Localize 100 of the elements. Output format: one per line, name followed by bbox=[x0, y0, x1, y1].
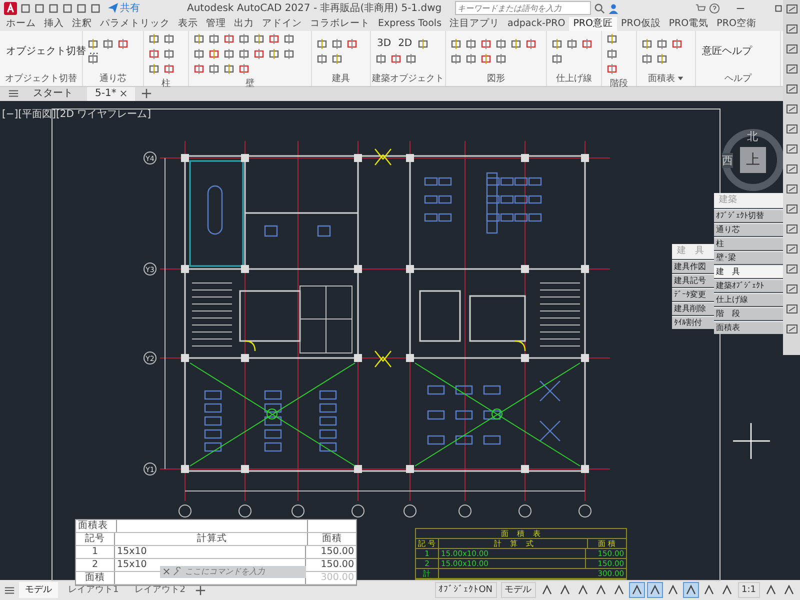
toolbar-tool-icon[interactable] bbox=[786, 3, 798, 15]
ribbon-tool-icon[interactable] bbox=[193, 48, 205, 60]
ribbon-tool-icon[interactable] bbox=[117, 38, 129, 50]
palette-item[interactable]: 面積表 bbox=[714, 320, 784, 334]
quick-access-icon[interactable] bbox=[48, 2, 59, 14]
ribbon-tool-icon[interactable] bbox=[641, 52, 653, 65]
toolbar-tool-icon[interactable] bbox=[786, 43, 798, 55]
status-toggle-icon[interactable] bbox=[684, 583, 698, 598]
ribbon-tool-icon[interactable] bbox=[551, 38, 563, 50]
status-toggle-icon[interactable] bbox=[648, 583, 662, 598]
palette-item[interactable]: 建具削除 bbox=[672, 302, 714, 315]
ribbon-tool-icon[interactable] bbox=[525, 38, 537, 50]
ribbon-tool-icon[interactable] bbox=[87, 52, 99, 65]
ribbon-tool-icon[interactable] bbox=[163, 62, 175, 75]
ribbon-tool-icon[interactable] bbox=[331, 52, 343, 65]
ribbon-button[interactable]: 意匠ヘルプ bbox=[700, 44, 754, 58]
user-icon[interactable] bbox=[608, 2, 619, 14]
palette-item[interactable]: 仕上げ線 bbox=[714, 292, 784, 306]
palette-item[interactable]: 建築ｵﾌﾞｼﾞｪｸﾄ bbox=[714, 278, 784, 292]
toolbar-tool-icon[interactable] bbox=[786, 183, 798, 195]
palette-item[interactable]: ﾃﾞｰﾀ変更 bbox=[672, 288, 714, 301]
ribbon-tool-icon[interactable] bbox=[480, 52, 492, 65]
toolbar-tool-icon[interactable] bbox=[786, 203, 798, 215]
ribbon-tool-icon[interactable] bbox=[495, 52, 507, 65]
ribbon-button[interactable]: オブジェクト切替 ... bbox=[4, 44, 101, 58]
toolbar-tool-icon[interactable] bbox=[786, 83, 798, 95]
ribbon-tool-icon[interactable] bbox=[316, 52, 328, 65]
search-icon[interactable] bbox=[594, 2, 605, 14]
status-button[interactable]: モデル bbox=[500, 582, 536, 598]
toolbar-tool-icon[interactable] bbox=[786, 163, 798, 175]
ribbon-tool-icon[interactable] bbox=[268, 32, 280, 45]
ribbon-tool-icon[interactable] bbox=[606, 32, 618, 45]
ribbon-tool-icon[interactable] bbox=[656, 38, 668, 50]
ribbon-tool-icon[interactable] bbox=[450, 52, 462, 65]
wrench-icon[interactable] bbox=[173, 567, 182, 576]
toolbar-tool-icon[interactable] bbox=[786, 223, 798, 235]
ribbon-tool-icon[interactable] bbox=[405, 52, 417, 65]
ribbon-tool-icon[interactable] bbox=[238, 48, 250, 60]
ribbon-tool-icon[interactable] bbox=[148, 32, 160, 45]
file-tab[interactable]: 5-1* bbox=[87, 86, 136, 101]
ribbon-tool-icon[interactable] bbox=[102, 38, 114, 50]
ribbon-tab[interactable]: PRO仮設 bbox=[617, 16, 665, 31]
palette-item[interactable]: 壁･梁 bbox=[714, 250, 784, 264]
toolbar-tool-icon[interactable] bbox=[786, 63, 798, 75]
ribbon-tab[interactable]: adpack-PRO bbox=[504, 16, 570, 31]
ribbon-tool-icon[interactable] bbox=[510, 38, 522, 50]
palette-item[interactable]: 建具作図 bbox=[672, 260, 714, 273]
ribbon-tool-icon[interactable] bbox=[390, 52, 402, 65]
file-tab[interactable]: スタート bbox=[25, 86, 81, 101]
quick-access-icon[interactable] bbox=[34, 2, 45, 14]
toolbar-tool-icon[interactable] bbox=[786, 103, 798, 115]
palette-item[interactable]: 建 具 bbox=[714, 264, 784, 278]
status-button[interactable]: 1:1 bbox=[738, 582, 760, 598]
quick-access-icon[interactable] bbox=[76, 2, 87, 14]
ribbon-tool-icon[interactable] bbox=[163, 32, 175, 45]
ribbon-tab[interactable]: ホーム bbox=[2, 16, 40, 31]
ribbon-tab[interactable]: アドイン bbox=[258, 16, 306, 31]
ribbon-tool-icon[interactable] bbox=[223, 32, 235, 45]
ribbon-tool-icon[interactable] bbox=[253, 32, 265, 45]
ribbon-tab[interactable]: 管理 bbox=[202, 16, 230, 31]
ribbon-tool-icon[interactable] bbox=[375, 52, 387, 65]
ribbon-tool-icon[interactable] bbox=[465, 52, 477, 65]
ribbon-tab[interactable]: 表示 bbox=[174, 16, 202, 31]
ribbon-tool-icon[interactable] bbox=[465, 38, 477, 50]
ribbon-tool-icon[interactable] bbox=[223, 48, 235, 60]
toolbar-tool-icon[interactable] bbox=[786, 323, 798, 335]
ribbon-tool-icon[interactable] bbox=[208, 48, 220, 60]
ribbon-tool-icon[interactable] bbox=[148, 48, 160, 60]
ribbon-tool-icon[interactable] bbox=[450, 38, 462, 50]
share-button[interactable]: 共有 bbox=[104, 1, 144, 16]
ribbon-tab[interactable]: 出力 bbox=[230, 16, 258, 31]
ribbon-tab[interactable]: Express Tools bbox=[374, 16, 446, 31]
toolbar-tool-icon[interactable] bbox=[786, 263, 798, 275]
caret-icon[interactable] bbox=[677, 75, 684, 82]
ribbon-tool-icon[interactable] bbox=[346, 38, 358, 50]
ribbon-tool-icon[interactable] bbox=[331, 38, 343, 50]
ribbon-tool-icon[interactable] bbox=[87, 38, 99, 50]
ribbon-button[interactable]: 3D bbox=[375, 38, 394, 50]
ribbon-tool-icon[interactable] bbox=[566, 38, 578, 50]
ribbon-tool-icon[interactable] bbox=[193, 62, 205, 75]
quick-access-icon[interactable] bbox=[20, 2, 31, 14]
quick-access-icon[interactable] bbox=[90, 2, 101, 14]
palette-item[interactable]: 階 段 bbox=[714, 306, 784, 320]
ribbon-tool-icon[interactable] bbox=[268, 48, 280, 60]
toolbar-tool-icon[interactable] bbox=[786, 23, 798, 35]
ribbon-tool-icon[interactable] bbox=[208, 62, 220, 75]
quick-access-icon[interactable] bbox=[62, 2, 73, 14]
toolbar-tool-icon[interactable] bbox=[786, 303, 798, 315]
cart-icon[interactable] bbox=[695, 2, 706, 14]
toolbar-tool-icon[interactable] bbox=[786, 123, 798, 135]
toolbar-tool-icon[interactable] bbox=[786, 243, 798, 255]
ribbon-button[interactable]: 2D bbox=[396, 38, 414, 50]
ribbon-tool-icon[interactable] bbox=[283, 48, 295, 60]
ribbon-tab[interactable]: PRO空衛 bbox=[712, 16, 760, 31]
ribbon-tool-icon[interactable] bbox=[495, 38, 507, 50]
ribbon-tab[interactable]: 挿入 bbox=[40, 16, 68, 31]
ribbon-tool-icon[interactable] bbox=[480, 38, 492, 50]
viewport-label[interactable]: [−][平面図][2D ワイヤフレーム] bbox=[2, 106, 152, 121]
ribbon-tool-icon[interactable] bbox=[606, 48, 618, 60]
palette-item[interactable]: 建具記号 bbox=[672, 274, 714, 287]
